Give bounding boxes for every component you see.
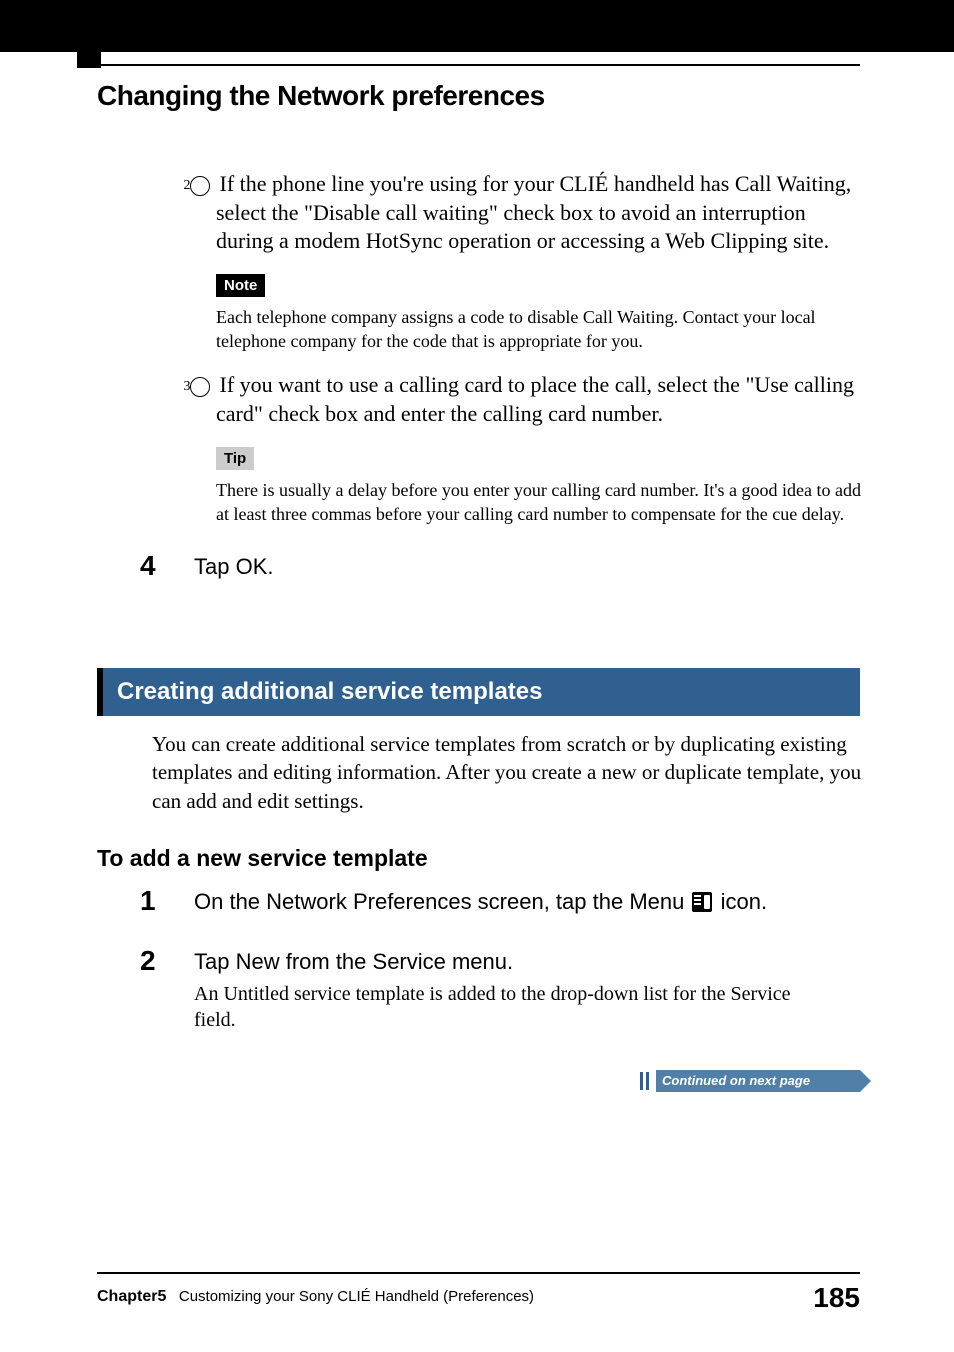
footer-rule — [97, 1272, 860, 1274]
step-2-text: Tap New from the Service menu. An Untitl… — [194, 945, 804, 1033]
step-1: 1 On the Network Preferences screen, tap… — [140, 885, 862, 917]
step-1-before: On the Network Preferences screen, tap t… — [194, 889, 690, 914]
header-tab — [77, 0, 101, 68]
tip-text: There is usually a delay before you ente… — [216, 478, 862, 527]
section2-intro: You can create additional service templa… — [152, 730, 862, 815]
page-number: 185 — [813, 1282, 860, 1314]
step-4-text: Tap OK. — [194, 550, 804, 580]
continued-banner: Continued on next page — [640, 1070, 860, 1092]
step-1-num: 1 — [140, 885, 190, 917]
item-3-body: If you want to use a calling card to pla… — [214, 372, 854, 426]
step-1-after: icon. — [714, 889, 767, 914]
section2-subheading: To add a new service template — [97, 845, 428, 872]
circled-3: 3 — [190, 377, 210, 397]
step-2-num: 2 — [140, 945, 190, 977]
header-rule — [97, 64, 860, 66]
content-block: 2 If the phone line you're using for you… — [190, 170, 862, 582]
continued-text: Continued on next page — [662, 1073, 810, 1088]
item-3: 3 If you want to use a calling card to p… — [190, 371, 862, 428]
chapter-text: Customizing your Sony CLIÉ Handheld (Pre… — [179, 1288, 534, 1305]
circled-2: 2 — [190, 176, 210, 196]
step-2-sub: An Untitled service template is added to… — [194, 981, 804, 1033]
step-2-main: Tap New from the Service menu. — [194, 949, 513, 974]
item-2: 2 If the phone line you're using for you… — [190, 170, 862, 256]
footer-left: Chapter5 Customizing your Sony CLIÉ Hand… — [97, 1288, 534, 1306]
step-2: 2 Tap New from the Service menu. An Unti… — [140, 945, 862, 1033]
tip-label: Tip — [216, 447, 254, 470]
step-1-text: On the Network Preferences screen, tap t… — [194, 885, 804, 915]
continued-bars — [640, 1072, 643, 1090]
page: Changing the Network preferences 2 If th… — [0, 0, 954, 1352]
subsection-header: Creating additional service templates — [97, 668, 860, 716]
step-4: 4 Tap OK. — [140, 550, 862, 582]
section-title: Changing the Network preferences — [97, 80, 545, 112]
note-text: Each telephone company assigns a code to… — [216, 305, 862, 354]
menu-icon — [692, 892, 712, 912]
step-4-num: 4 — [140, 550, 190, 582]
note-label: Note — [216, 274, 265, 297]
header-bar — [0, 0, 954, 52]
item-2-body: If the phone line you're using for your … — [214, 171, 851, 253]
chapter-label: Chapter5 — [97, 1288, 166, 1305]
